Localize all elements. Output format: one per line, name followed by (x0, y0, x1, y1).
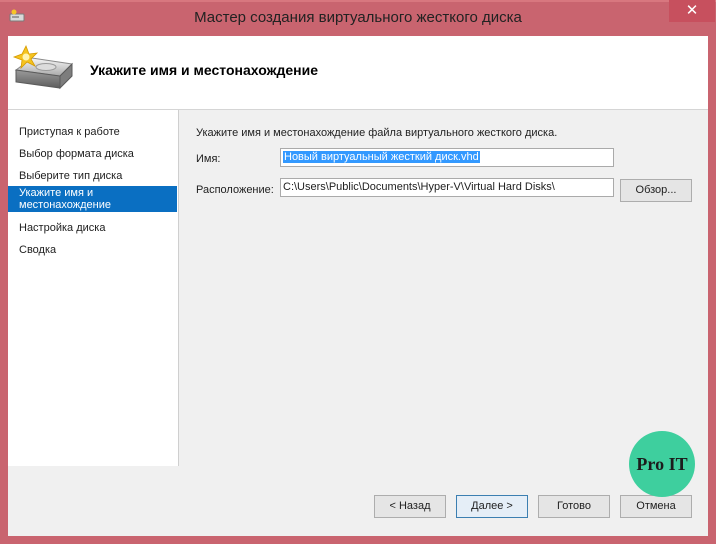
close-icon: ✕ (685, 2, 699, 19)
cancel-button[interactable]: Отмена (620, 495, 692, 518)
pro-it-watermark: Pro IT (629, 431, 695, 497)
close-button[interactable]: ✕ (669, 0, 715, 22)
finish-button[interactable]: Готово (538, 495, 610, 518)
description-text: Укажите имя и местонахождение файла вирт… (196, 127, 558, 139)
page-title: Укажите имя и местонахождение (90, 62, 319, 78)
hard-disk-wizard-icon (12, 45, 74, 90)
name-input[interactable]: Новый виртуальный жесткий диск.vhd (280, 148, 614, 167)
back-button[interactable]: < Назад (374, 495, 446, 518)
window-title: Мастер создания виртуального жесткого ди… (194, 9, 522, 26)
name-input-value: Новый виртуальный жесткий диск.vhd (283, 151, 480, 163)
wizard-client-area: Укажите имя и местонахождение Приступая … (8, 36, 708, 536)
location-label: Расположение: (196, 184, 274, 196)
wizard-window: Мастер создания виртуального жесткого ди… (0, 0, 716, 544)
title-bar[interactable]: Мастер создания виртуального жесткого ди… (0, 0, 716, 36)
wizard-content: Укажите имя и местонахождение файла вирт… (179, 110, 708, 466)
step-name-location[interactable]: Укажите имя и местонахождение (8, 186, 177, 212)
browse-button[interactable]: Обзор... (620, 179, 692, 202)
next-button[interactable]: Далее > (456, 495, 528, 518)
step-disk-type[interactable]: Выберите тип диска (8, 170, 177, 182)
wizard-header: Укажите имя и местонахождение (8, 36, 708, 110)
name-label: Имя: (196, 153, 221, 165)
location-input[interactable]: C:\Users\Public\Documents\Hyper-V\Virtua… (280, 178, 614, 197)
steps-sidebar: Приступая к работе Выбор формата диска В… (8, 110, 179, 466)
step-getting-started[interactable]: Приступая к работе (8, 126, 177, 138)
step-disk-format[interactable]: Выбор формата диска (8, 148, 177, 160)
step-configure-disk[interactable]: Настройка диска (8, 222, 177, 234)
step-summary[interactable]: Сводка (8, 244, 177, 256)
